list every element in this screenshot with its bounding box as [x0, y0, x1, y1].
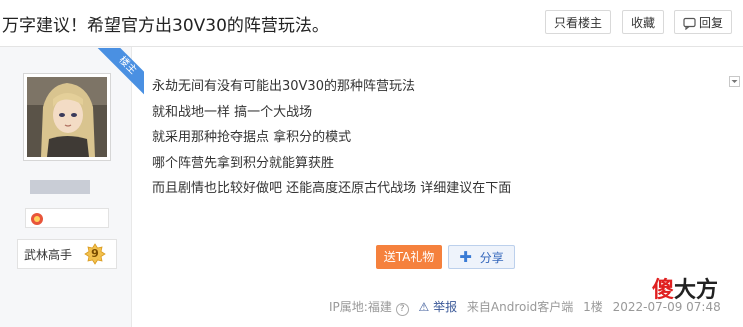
reply-icon [683, 14, 696, 38]
level-number-icon: 9 [84, 243, 106, 265]
host-badge: 楼主 [96, 48, 144, 96]
thread-title: 万字建议！希望官方出30V30的阵营玩法。 [2, 16, 329, 36]
site-watermark: 傻大方 [652, 278, 719, 303]
share-plus-icon: ✚ [459, 248, 472, 266]
post-menu-dropdown[interactable] [729, 76, 740, 87]
post-line: 就和战地一样 搞一个大战场 [152, 104, 313, 120]
floor-number: 1楼 [583, 300, 603, 314]
post-content: 永劫无间有没有可能出30V30的那种阵营玩法 就和战地一样 搞一个大战场 就采用… [152, 77, 511, 205]
reply-button-label: 回复 [698, 16, 723, 30]
share-label: 分享 [479, 251, 504, 265]
reply-button[interactable]: 回复 [674, 10, 732, 34]
help-icon[interactable]: ? [395, 303, 409, 316]
only-host-button[interactable]: 只看楼主 [545, 10, 611, 34]
username-redacted [30, 180, 90, 194]
level-name: 武林高手 [24, 248, 73, 262]
favorite-button[interactable]: 收藏 [622, 10, 664, 34]
post-line: 永劫无间有没有可能出30V30的那种阵营玩法 [152, 79, 415, 94]
ip-location: IP属地:福建 ? [329, 300, 409, 316]
thread-header: 万字建议！希望官方出30V30的阵营玩法。 只看楼主 收藏 回复 [0, 0, 743, 47]
post-line: 就采用那种抢夺据点 拿积分的模式 [152, 130, 352, 145]
user-level-badge: 武林高手 9 [17, 239, 117, 269]
badge-icon [30, 211, 44, 230]
send-gift-button[interactable]: 送TA礼物 [376, 245, 442, 269]
level-number: 9 [91, 247, 99, 260]
share-button[interactable]: ✚ 分享 [448, 245, 515, 269]
client-source[interactable]: 来自Android客户端 [467, 300, 573, 314]
post-line: 而且剧情也比较好做吧 还能高度还原古代战场 详细建议在下面 [152, 181, 512, 196]
report-link[interactable]: ⚠ 举报 [418, 300, 457, 314]
user-badges-row [25, 208, 109, 228]
post-line: 哪个阵营先拿到积分就能算获胜 [152, 155, 335, 171]
